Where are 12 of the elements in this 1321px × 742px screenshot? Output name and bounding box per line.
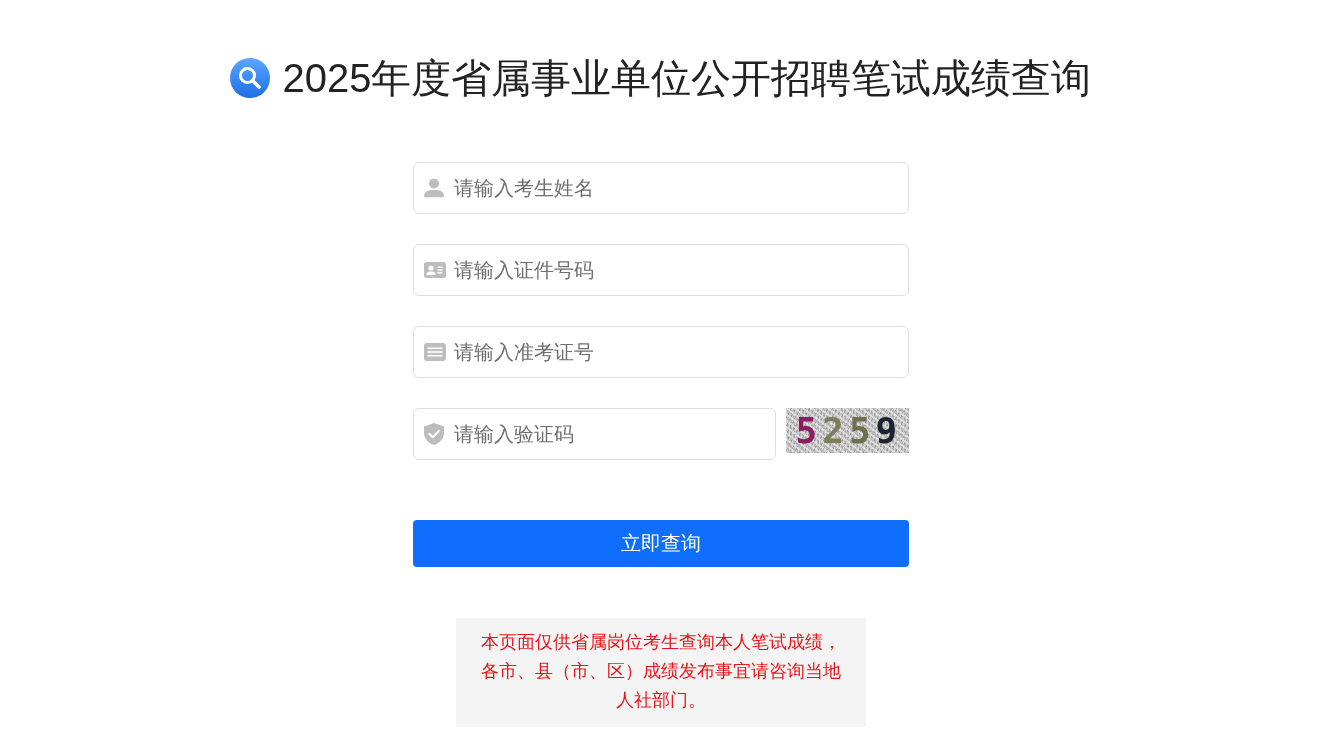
page-title: 2025年度省属事业单位公开招聘笔试成绩查询 <box>282 56 1092 100</box>
submit-button[interactable]: 立即查询 <box>412 520 909 567</box>
input-field[interactable]: 请输入准考证号 <box>412 326 909 378</box>
id-card-icon <box>423 262 446 278</box>
notice-text: 本页面仅供省属岗位考生查询本人笔试成绩，各市、县（市、区）成绩发布事宜请咨询当地人社部门。 <box>455 618 866 727</box>
input-field[interactable]: 请输入证件号码 <box>412 244 909 296</box>
input-field[interactable]: 请输入验证码 <box>412 408 776 460</box>
input-field[interactable]: 请输入考生姓名 <box>412 162 909 214</box>
list-icon <box>423 343 446 361</box>
search-icon <box>229 58 270 98</box>
shield-check-icon <box>423 423 444 445</box>
person-icon <box>423 178 444 198</box>
